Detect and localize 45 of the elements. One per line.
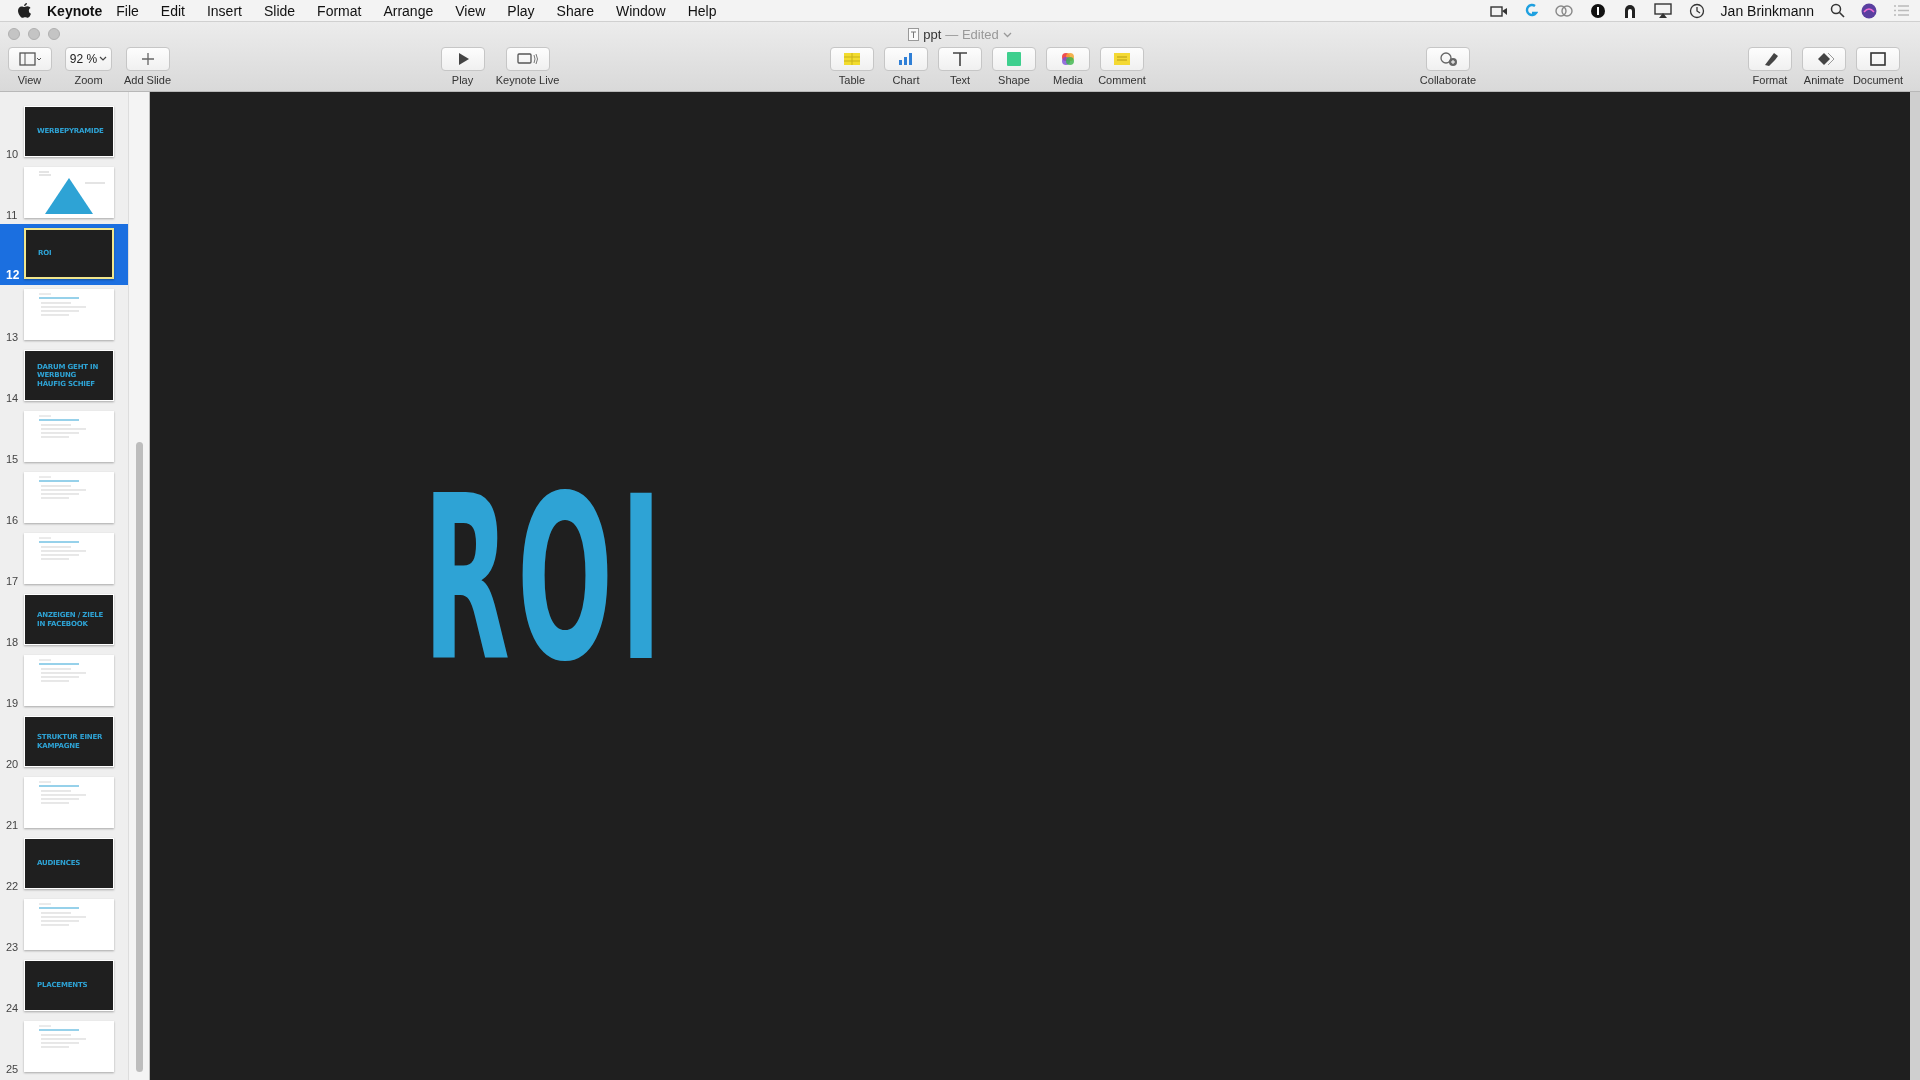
slide-number: 20	[6, 758, 19, 770]
slide-row[interactable]: 11	[0, 163, 128, 224]
user-name[interactable]: Jan Brinkmann	[1720, 2, 1814, 19]
slide-number: 14	[6, 392, 19, 404]
view-tool[interactable]: View	[0, 47, 59, 86]
play-tool[interactable]: Play	[430, 47, 495, 86]
menu-item[interactable]: File	[116, 2, 139, 19]
add-tool[interactable]: Add Slide	[118, 47, 177, 86]
slide-number: 16	[6, 514, 19, 526]
slide-row[interactable]: 23	[0, 895, 128, 956]
slide-number: 17	[6, 575, 19, 587]
slide-number: 21	[6, 819, 19, 831]
slide-number: 12	[6, 268, 20, 282]
slide-number: 15	[6, 453, 19, 465]
app-menu[interactable]: Keynote	[47, 2, 103, 19]
slide-number: 25	[6, 1063, 19, 1075]
slide-number: 24	[6, 1002, 19, 1014]
slide-number: 11	[6, 209, 18, 221]
slide-number: 23	[6, 941, 19, 953]
slide-number: 22	[6, 880, 19, 892]
menu-item[interactable]: Slide	[263, 2, 296, 19]
menu-item[interactable]: Help	[687, 2, 717, 19]
menu-item[interactable]: Window	[615, 2, 666, 19]
collaborate-tool[interactable]: Collaborate	[1413, 47, 1483, 86]
slide-row[interactable]: 19	[0, 651, 128, 712]
menu-item[interactable]: View	[455, 2, 486, 19]
menu-item[interactable]: Arrange	[383, 2, 434, 19]
slide-row[interactable]: 21	[0, 773, 128, 834]
slide-title: ROI	[423, 467, 670, 693]
slide-row[interactable]: 13	[0, 285, 128, 346]
slide-row[interactable]: 15	[0, 407, 128, 468]
menu-item[interactable]: Play	[507, 2, 535, 19]
slide-row[interactable]: 17	[0, 529, 128, 590]
slide-row[interactable]: 25	[0, 1017, 128, 1078]
slide-number: 18	[6, 636, 19, 648]
slide-number: 13	[6, 331, 19, 343]
menu-item[interactable]: Format	[317, 2, 362, 19]
slide-number: 10	[6, 148, 19, 160]
slide-row[interactable]: 16	[0, 468, 128, 529]
menu-item[interactable]: Share	[556, 2, 594, 19]
live-tool[interactable]: Keynote Live	[495, 47, 560, 86]
menu-item[interactable]: Insert	[206, 2, 242, 19]
slide-number: 19	[6, 697, 19, 709]
menu-item[interactable]: Edit	[160, 2, 185, 19]
window-title: ppt	[923, 27, 942, 42]
